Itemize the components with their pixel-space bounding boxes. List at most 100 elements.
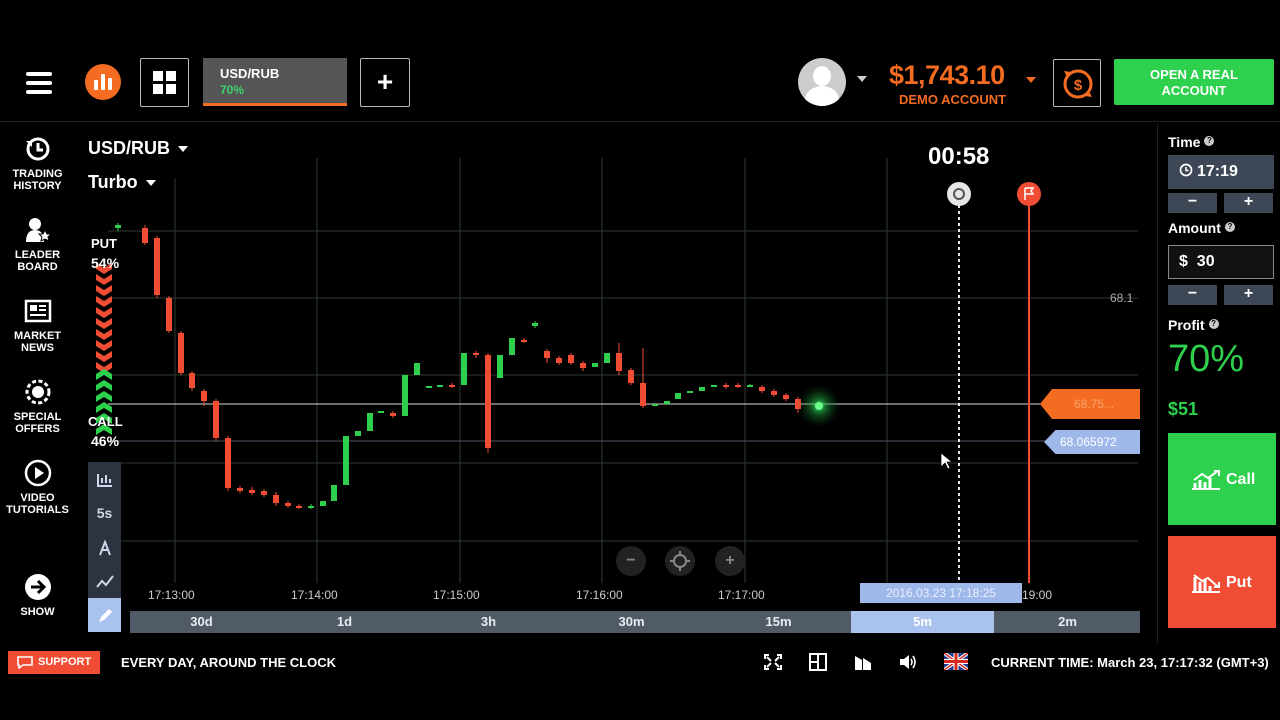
help-icon[interactable]: ? <box>1204 136 1215 146</box>
call-button[interactable]: Call <box>1168 433 1276 525</box>
timeframe-3h[interactable]: 3h <box>417 611 560 633</box>
logo-icon <box>85 64 121 100</box>
call-sentiment-chevron <box>96 369 112 380</box>
candle <box>616 353 622 371</box>
candle <box>237 488 243 491</box>
sidebar-item-label: SPECIAL <box>13 411 62 423</box>
candle <box>142 228 148 243</box>
help-icon[interactable]: ? <box>1208 319 1219 329</box>
balance-chevron-down-icon[interactable] <box>1026 77 1036 83</box>
sound-icon[interactable] <box>898 653 918 671</box>
drawing-tool-icon[interactable] <box>88 530 121 564</box>
left-sidebar: TRADING HISTORY LEADER BOARD MARKET NEWS… <box>0 123 75 643</box>
mode-selector-label: Turbo <box>88 172 138 192</box>
timeframe-2m[interactable]: 2m <box>996 611 1139 633</box>
candle <box>355 431 361 436</box>
support-label: SUPPORT <box>38 656 92 668</box>
timeframe-30m[interactable]: 30m <box>560 611 703 633</box>
account-type-label: DEMO ACCOUNT <box>899 92 1007 107</box>
newspaper-icon <box>24 297 52 325</box>
time-label-text: Time <box>1168 134 1201 150</box>
timeframe-15m[interactable]: 15m <box>707 611 850 633</box>
open-real-label-2: ACCOUNT <box>1161 83 1227 98</box>
candle <box>592 363 598 367</box>
sidebar-item-special-offers[interactable]: SPECIAL OFFERS <box>0 378 75 435</box>
chevron-down-icon[interactable] <box>857 76 867 82</box>
time-increase-button[interactable]: + <box>1224 193 1273 213</box>
sidebar-item-label: BOARD <box>17 261 58 273</box>
expiry-time-value: 17:19 <box>1197 163 1238 180</box>
candle <box>711 385 717 387</box>
mode-selector[interactable]: Turbo <box>88 172 156 193</box>
zoom-out-button[interactable]: − <box>616 546 646 576</box>
profit-label-text: Profit <box>1168 317 1205 333</box>
put-sentiment-chevron <box>96 296 112 307</box>
put-sentiment-chevron <box>96 274 112 285</box>
amount-field[interactable]: $ 30 <box>1168 245 1274 279</box>
sidebar-item-video-tutorials[interactable]: VIDEO TUTORIALS <box>0 459 75 516</box>
timeframe-5m[interactable]: 5m <box>851 611 994 633</box>
timeframe-1d[interactable]: 1d <box>273 611 416 633</box>
center-chart-button[interactable] <box>665 546 695 576</box>
expiry-time-label: 2016.03.23 17:18:25 <box>860 583 1022 603</box>
profit-label: Profit? <box>1168 317 1219 333</box>
candle <box>664 401 670 404</box>
candlestick-chart[interactable] <box>88 123 1143 613</box>
candle <box>544 351 550 358</box>
avatar[interactable] <box>798 58 846 106</box>
put-sentiment-chevron <box>96 285 112 296</box>
amount-decrease-button[interactable]: − <box>1168 285 1217 305</box>
sidebar-item-trading-history[interactable]: TRADING HISTORY <box>0 135 75 192</box>
play-icon <box>24 459 52 487</box>
interval-button[interactable]: 5s <box>88 496 121 530</box>
candle <box>154 238 160 295</box>
candle <box>320 501 326 506</box>
open-real-account-button[interactable]: OPEN A REAL ACCOUNT <box>1114 59 1274 105</box>
sidebar-item-market-news[interactable]: MARKET NEWS <box>0 297 75 354</box>
zoom-in-button[interactable]: + <box>715 546 745 576</box>
asset-tab-usd-rub[interactable]: USD/RUB 70% <box>203 58 347 106</box>
price-axis-label: 68.1 <box>1110 291 1134 305</box>
candle <box>402 375 408 416</box>
exchange-icon[interactable]: $ <box>1053 59 1101 107</box>
candle <box>652 404 658 406</box>
add-asset-button[interactable]: + <box>360 58 410 107</box>
sidebar-item-label: SHOW <box>20 606 55 618</box>
candle <box>628 370 634 383</box>
support-button[interactable]: SUPPORT <box>8 651 100 674</box>
amount-label: Amount? <box>1168 220 1235 236</box>
menu-icon[interactable] <box>26 72 52 94</box>
support-tagline: EVERY DAY, AROUND THE CLOCK <box>121 655 337 670</box>
put-button[interactable]: Put <box>1168 536 1276 628</box>
time-decrease-button[interactable]: − <box>1168 193 1217 213</box>
candle <box>461 353 467 385</box>
put-sentiment-chevron <box>96 318 112 329</box>
grid-view-button[interactable] <box>140 58 189 107</box>
gear-icon <box>24 378 52 406</box>
amount-increase-button[interactable]: + <box>1224 285 1273 305</box>
call-sentiment-chevron <box>96 380 112 391</box>
candle <box>640 383 646 406</box>
asset-tab-payout: 70% <box>220 83 245 97</box>
expiry-time-field[interactable]: 17:19 <box>1168 155 1274 189</box>
chart-layout-icon[interactable] <box>853 653 873 671</box>
time-label: Time? <box>1168 134 1215 150</box>
timeframe-30d[interactable]: 30d <box>130 611 273 633</box>
candle <box>390 413 396 416</box>
candle <box>213 401 219 438</box>
fullscreen-icon[interactable] <box>763 653 783 671</box>
sidebar-item-leader-board[interactable]: LEADER BOARD <box>0 216 75 273</box>
candle <box>249 490 255 493</box>
chart-type-icon[interactable] <box>88 462 121 496</box>
help-icon[interactable]: ? <box>1224 222 1235 232</box>
layout-icon[interactable] <box>808 653 828 671</box>
put-sentiment-value: 54% <box>91 255 120 271</box>
profit-percent: 70% <box>1168 338 1245 380</box>
account-balance[interactable]: $1,743.10 <box>889 60 1005 91</box>
candle <box>166 298 172 331</box>
sidebar-item-label: MARKET <box>13 330 62 342</box>
candle <box>414 363 420 375</box>
asset-selector[interactable]: USD/RUB <box>88 138 189 159</box>
flag-uk-icon[interactable] <box>942 651 970 672</box>
sidebar-item-label: NEWS <box>21 342 54 354</box>
